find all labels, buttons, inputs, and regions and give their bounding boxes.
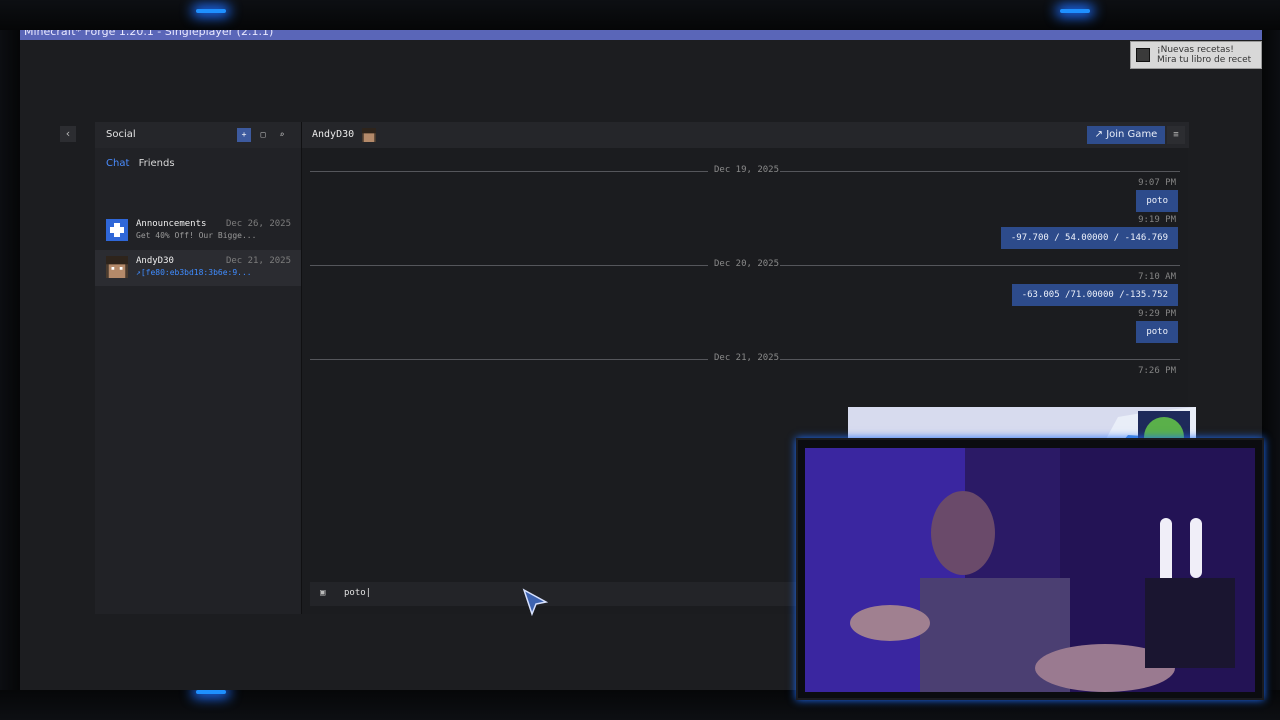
image-icon[interactable]: ▣ <box>320 588 325 598</box>
message-bubble: poto <box>1136 321 1178 343</box>
conversation-andyd30[interactable]: AndyD30 Dec 21, 2025 ↗[fe80:eb3bd18:3b6e… <box>95 250 301 286</box>
chat-contact-name: AndyD30 <box>312 129 355 140</box>
separator-line <box>780 359 1180 360</box>
mouse-cursor-icon <box>522 588 548 616</box>
recipe-toast: ¡Nuevas recetas! Mira tu libro de recet <box>1130 41 1262 69</box>
message-time: 7:10 AM <box>1138 272 1176 282</box>
new-chat-icon: □ <box>260 130 266 139</box>
webcam-overlay <box>796 438 1264 700</box>
message-input[interactable]: ▣ poto| <box>310 582 810 606</box>
tab-chat[interactable]: Chat <box>106 158 129 169</box>
tab-friends[interactable]: Friends <box>139 158 175 169</box>
social-tabs: Chat Friends <box>106 158 181 169</box>
message-input-value: poto| <box>344 588 372 598</box>
overlay-glow <box>196 9 226 13</box>
date-label: Dec 21, 2025 <box>714 353 780 363</box>
social-title: Social <box>106 129 136 140</box>
crafting-block-icon <box>1136 48 1150 62</box>
conversation-preview: ↗[fe80:eb3bd18:3b6e:9... <box>136 268 252 277</box>
conversation-announcements[interactable]: Announcements Dec 26, 2025 Get 40% Off! … <box>95 213 301 249</box>
separator-line <box>780 265 1180 266</box>
conversation-date: Dec 21, 2025 <box>225 256 291 266</box>
chat-menu-button[interactable]: ≡ <box>1167 126 1185 144</box>
add-user-icon: + <box>241 130 247 139</box>
add-friend-button[interactable]: + <box>237 128 251 142</box>
conversation-date: Dec 26, 2025 <box>225 219 291 229</box>
date-label: Dec 20, 2025 <box>714 259 780 269</box>
avatar <box>106 256 128 278</box>
social-panel: Social + □ ⌕ Chat Friends Announcements … <box>95 122 301 614</box>
separator-line <box>310 171 708 172</box>
message-time: 7:26 PM <box>1138 366 1176 376</box>
toast-line-2: Mira tu libro de recet <box>1157 55 1252 65</box>
date-separator: Dec 19, 2025 <box>310 165 1180 177</box>
overlay-glow <box>1060 9 1090 13</box>
separator-line <box>310 359 708 360</box>
message-bubble: poto <box>1136 190 1178 212</box>
chevron-left-icon: ‹ <box>64 127 72 140</box>
avatar <box>362 128 376 142</box>
date-separator: Dec 20, 2025 <box>310 259 1180 271</box>
message-bubble: -97.700 / 54.00000 / -146.769 <box>1000 227 1178 249</box>
conversation-name: AndyD30 <box>136 256 174 266</box>
social-header: Social + □ ⌕ <box>95 122 301 148</box>
conversation-preview: Get 40% Off! Our Bigge... <box>136 231 256 240</box>
join-game-button[interactable]: ↗ Join Game <box>1087 126 1165 144</box>
announcements-icon <box>106 219 128 241</box>
conversation-name: Announcements <box>136 219 207 229</box>
window-titlebar: Minecraft* Forge 1.20.1 - Singleplayer (… <box>20 30 1262 40</box>
hamburger-icon: ≡ <box>1173 130 1179 140</box>
overlay-left-edge <box>0 30 20 690</box>
toast-line-1: ¡Nuevas recetas! <box>1157 45 1234 55</box>
new-chat-button[interactable]: □ <box>256 128 270 142</box>
separator-line <box>780 171 1180 172</box>
overlay-right-edge <box>1262 30 1280 690</box>
date-separator: Dec 21, 2025 <box>310 353 1180 365</box>
message-time: 9:29 PM <box>1138 309 1176 319</box>
window-title: Minecraft* Forge 1.20.1 - Singleplayer (… <box>24 30 274 38</box>
overlay-top-bar <box>0 0 1280 30</box>
search-icon: ⌕ <box>279 130 285 139</box>
message-time: 9:19 PM <box>1138 215 1176 225</box>
chat-header: AndyD30 ↗ Join Game ≡ <box>302 122 1189 148</box>
date-label: Dec 19, 2025 <box>714 165 780 175</box>
search-button[interactable]: ⌕ <box>275 128 289 142</box>
webcam-feed <box>805 448 1255 692</box>
separator-line <box>310 265 708 266</box>
message-bubble: -63.005 /71.00000 /-135.752 <box>1011 284 1178 306</box>
message-time: 9:07 PM <box>1138 178 1176 188</box>
back-button[interactable]: ‹ <box>60 126 76 142</box>
overlay-glow <box>196 690 226 694</box>
